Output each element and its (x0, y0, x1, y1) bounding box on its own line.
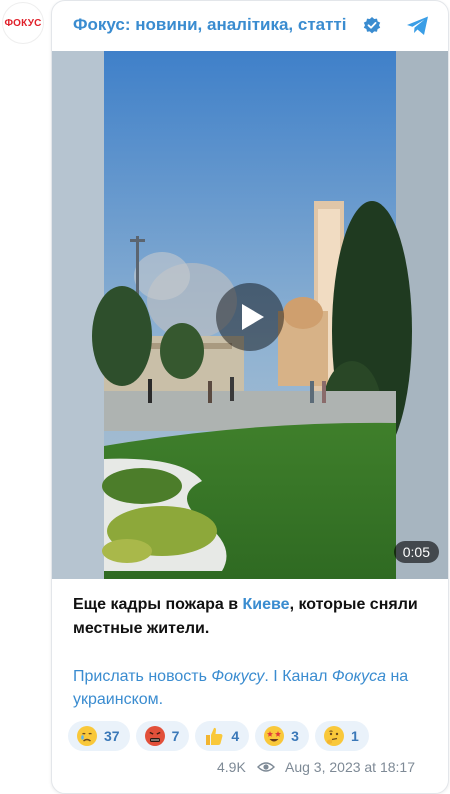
reactions-bar: 37 7 4 3 1 (68, 721, 369, 753)
links-separator: I (268, 668, 283, 685)
kyiv-link[interactable]: Киеве (243, 596, 290, 613)
post-card: Фокус: новини, аналітика, статті 0:05 Ещ… (51, 0, 449, 794)
star-struck-icon (264, 726, 285, 746)
reaction-count: 4 (231, 728, 240, 744)
thumbs-up-icon (206, 727, 223, 745)
reaction-thinking[interactable]: 1 (314, 721, 369, 751)
reaction-thumbs-up[interactable]: 4 (195, 721, 250, 751)
post-meta: 4.9K Aug 3, 2023 at 18:17 (52, 757, 448, 779)
angry-face-icon (144, 726, 165, 746)
channel-title[interactable]: Фокус: новини, аналітика, статті (73, 15, 347, 35)
thinking-face-icon (323, 726, 344, 746)
verified-badge-icon (363, 17, 381, 34)
channel-avatar[interactable]: ФОКУС (2, 2, 44, 44)
video-player[interactable]: 0:05 (52, 51, 448, 579)
views-count: 4.9K (217, 759, 246, 775)
post-date: Aug 3, 2023 at 18:17 (285, 759, 415, 775)
play-button[interactable] (216, 283, 284, 351)
play-icon (242, 304, 264, 330)
post-header: Фокус: новини, аналітика, статті (52, 1, 448, 51)
reaction-star-struck[interactable]: 3 (255, 721, 309, 751)
crying-face-icon (77, 726, 97, 746)
send-news-link[interactable]: Прислать новость Фокусу. (73, 668, 269, 685)
telegram-share-icon[interactable] (404, 12, 432, 40)
reaction-count: 1 (350, 728, 359, 744)
post-text: Еще кадры пожара в Киеве, которые сняли … (73, 593, 433, 641)
video-duration-badge: 0:05 (393, 541, 439, 563)
post-links: Прислать новость Фокусу. I Канал Фокуса … (73, 665, 433, 711)
reaction-crying[interactable]: 37 (68, 721, 130, 751)
reaction-angry[interactable]: 7 (135, 721, 190, 751)
avatar-logo-text: ФОКУС (4, 17, 42, 29)
post-text-part1: Еще кадры пожара в (73, 596, 243, 613)
eye-icon (257, 762, 275, 772)
reaction-count: 3 (291, 728, 299, 744)
reaction-count: 37 (104, 728, 120, 744)
reaction-count: 7 (171, 728, 180, 744)
